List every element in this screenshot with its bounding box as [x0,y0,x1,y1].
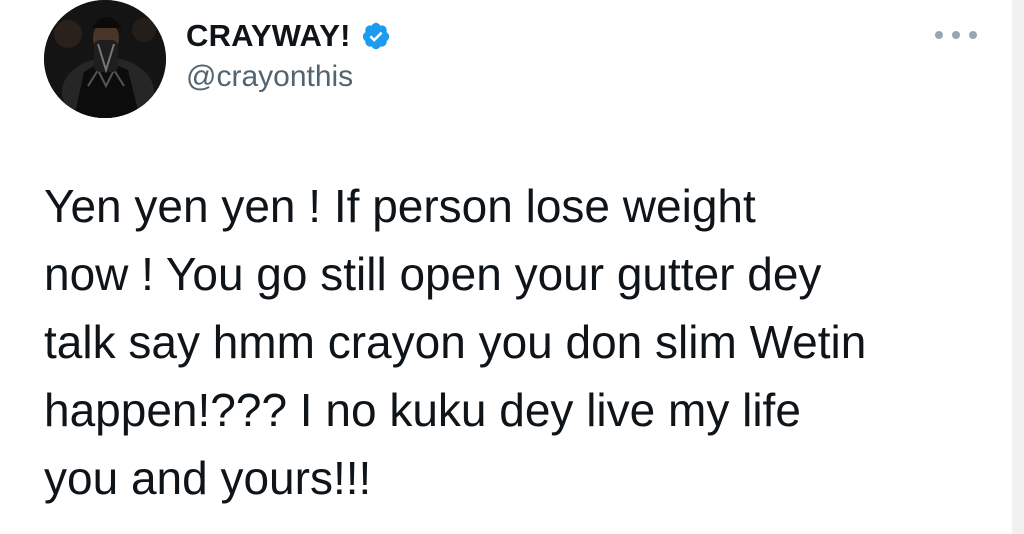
author-handle[interactable]: @crayonthis [186,60,353,94]
more-dot [969,31,977,39]
avatar[interactable] [44,0,166,118]
tweet-card: CRAYWAY! @crayonthis Yen yen yen ! If pe… [0,0,1024,534]
more-dot [952,31,960,39]
tweet-text: Yen yen yen ! If person lose weight now … [44,180,867,504]
more-dot [935,31,943,39]
display-name[interactable]: CRAYWAY! [186,18,351,54]
display-name-row[interactable]: CRAYWAY! [186,16,391,56]
page-edge [1012,0,1024,534]
verified-badge-icon [362,22,389,50]
more-options-icon[interactable] [935,28,977,42]
